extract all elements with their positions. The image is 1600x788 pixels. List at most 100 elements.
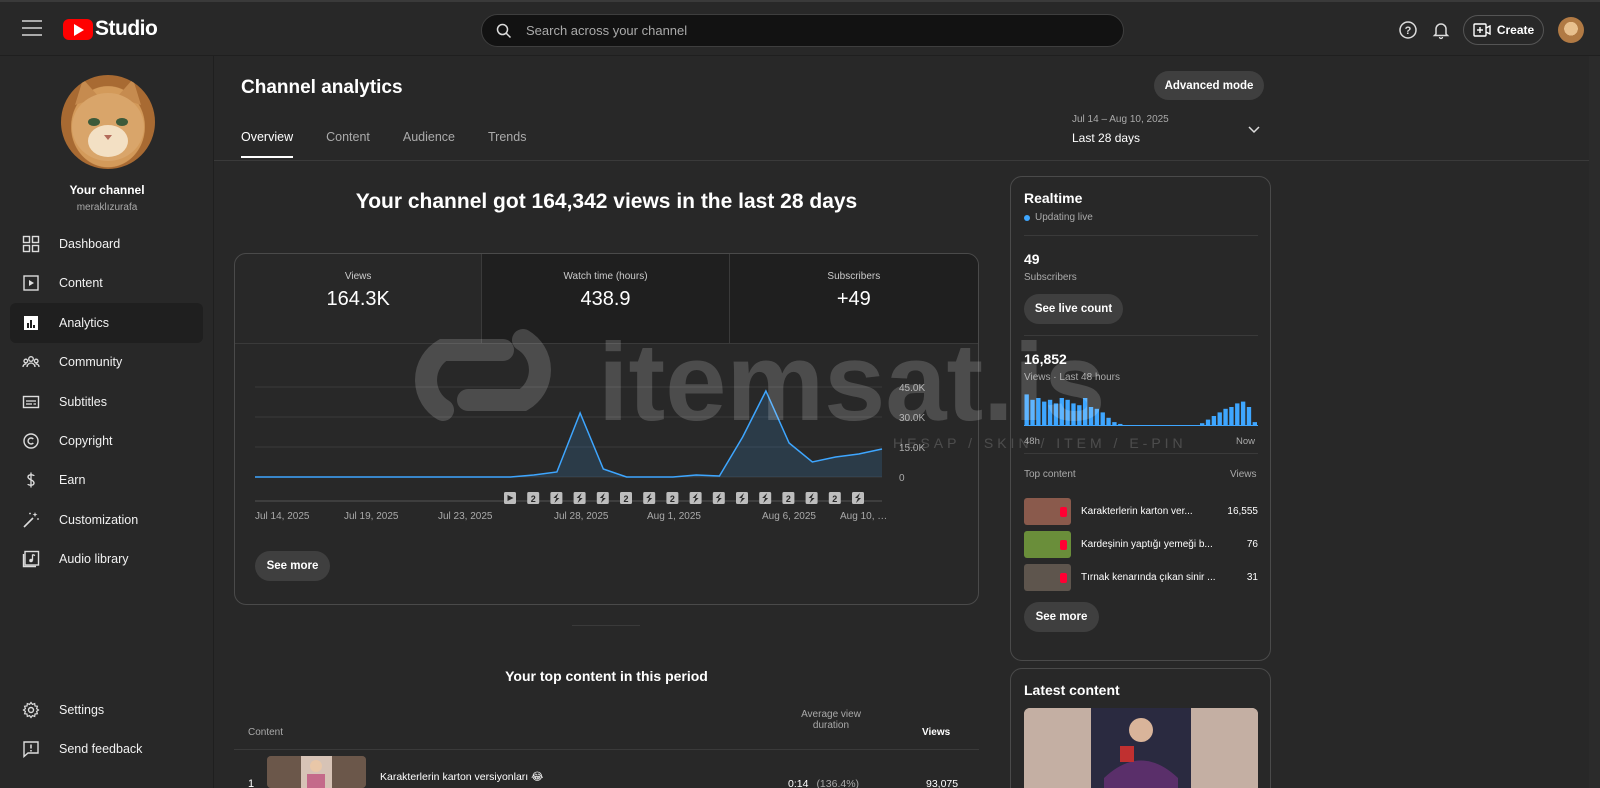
realtime-bar (1246, 407, 1252, 425)
realtime-card: Realtime Updating live 49 Subscribers Se… (1010, 176, 1271, 661)
sidebar-item-dashboard[interactable]: Dashboard (10, 224, 203, 264)
metric-label: Views (344, 271, 372, 282)
x-tick-label: Aug 10, … (840, 511, 887, 522)
sidebar-item-label: Earn (59, 473, 86, 487)
realtime-bar (1217, 412, 1222, 425)
video-marker (805, 492, 818, 504)
video-views: 93,075 (926, 778, 959, 788)
studio-logo[interactable]: Studio (63, 17, 158, 41)
sidebar-item-send-feedback[interactable]: Send feedback (10, 729, 203, 769)
metric-views[interactable]: Views 164.3K (235, 254, 483, 344)
sidebar-item-content[interactable]: Content (10, 263, 203, 303)
x-tick-label: Aug 6, 2025 (762, 511, 816, 522)
dashboard-icon (22, 235, 40, 253)
video-title[interactable]: Karakterlerin karton versiyonları 😂 (380, 771, 543, 783)
top-content-label: Top content (1024, 469, 1076, 480)
marker-count: 2 (670, 494, 675, 504)
tab-bar: Overview Content Audience Trends (241, 130, 559, 158)
date-range-label: Last 28 days (1072, 131, 1141, 145)
see-live-count-button[interactable]: See live count (1024, 294, 1123, 324)
create-label: Create (1496, 23, 1535, 37)
sidebar-item-label: Copyright (59, 434, 113, 448)
video-marker (852, 492, 864, 504)
metric-watch-time[interactable]: Watch time (hours) 438.9 (482, 254, 730, 344)
menu-icon[interactable] (22, 20, 42, 36)
sidebar-item-settings[interactable]: Settings (10, 690, 203, 730)
notifications-bell-icon[interactable] (1430, 19, 1452, 41)
sidebar-item-earn[interactable]: Earn (10, 460, 203, 500)
realtime-views-count: 16,852 (1024, 351, 1067, 367)
sidebar-item-audio-library[interactable]: Audio library (10, 539, 203, 579)
sidebar-item-customization[interactable]: Customization (10, 500, 203, 540)
table-divider (234, 749, 979, 750)
realtime-bar (1077, 405, 1082, 425)
sidebar-item-copyright[interactable]: Copyright (10, 421, 203, 461)
realtime-content-row[interactable]: Kardeşinin yaptığı yemeği b... 76 (1024, 530, 1258, 558)
metric-subscribers[interactable]: Subscribers +49 (729, 254, 978, 344)
shorts-icon (1060, 506, 1067, 517)
channel-handle: meraklızurafa (76, 202, 138, 213)
realtime-bar (1240, 401, 1246, 425)
duration-percent: (136.4%) (816, 778, 860, 788)
main-content: Channel analytics Advanced mode Overview… (214, 56, 1600, 788)
top-content-title: Your top content in this period (505, 668, 708, 684)
live-dot-icon (1024, 214, 1030, 221)
metric-label: Watch time (hours) (563, 271, 648, 282)
latest-video-thumbnail[interactable] (1024, 708, 1258, 788)
tab-audience[interactable]: Audience (403, 130, 455, 158)
metric-value: +49 (836, 288, 871, 310)
avg-view-duration: 0:14 (136.4%) (788, 778, 859, 788)
realtime-content-row[interactable]: Tırnak kenarında çıkan sinir ... 31 (1024, 563, 1258, 591)
create-button[interactable]: Create (1463, 15, 1544, 45)
realtime-bar (1083, 398, 1088, 425)
views-chart: 0 15.0K 30.0K 45.0K 2 2 2 2 2 Jul 14, 2025 Jul 19,… (255, 383, 925, 522)
video-thumbnail[interactable] (267, 756, 366, 788)
realtime-bar (1200, 423, 1205, 425)
video-views: 31 (1246, 571, 1258, 583)
advanced-mode-button[interactable]: Advanced mode (1154, 71, 1264, 100)
realtime-bar (1118, 423, 1123, 425)
content-icon (23, 275, 39, 291)
sidebar-item-analytics[interactable]: Analytics (10, 303, 203, 343)
marker-count: 2 (832, 494, 837, 504)
tab-content[interactable]: Content (326, 130, 370, 158)
x-tick-label: Jul 19, 2025 (344, 511, 399, 522)
row-rank: 1 (248, 778, 255, 788)
create-video-icon (1473, 23, 1491, 37)
search-bar[interactable] (481, 14, 1124, 47)
realtime-content-row[interactable]: Karakterlerin karton ver... 16,555 (1024, 497, 1258, 525)
tab-overview[interactable]: Overview (241, 130, 294, 158)
views-column-label: Views (1230, 469, 1257, 480)
audio-library-icon (22, 550, 40, 568)
realtime-bar (1047, 399, 1053, 425)
help-icon[interactable]: ? (1397, 19, 1419, 41)
video-thumbnail (1024, 530, 1071, 558)
chevron-down-icon[interactable] (1248, 126, 1260, 134)
divider (1024, 235, 1258, 236)
channel-avatar[interactable] (61, 75, 155, 169)
scrollbar[interactable] (1589, 56, 1600, 788)
date-range-picker[interactable]: Jul 14 – Aug 10, 2025 Last 28 days (1072, 114, 1169, 145)
x-tick-label: Jul 23, 2025 (438, 511, 493, 522)
video-marker (643, 492, 656, 504)
see-more-button[interactable]: See more (255, 551, 330, 581)
subscribers-label: Subscribers (1024, 272, 1077, 283)
sidebar-item-community[interactable]: Community (10, 342, 203, 382)
see-more-button[interactable]: See more (1024, 602, 1099, 632)
realtime-bar-chart (1024, 394, 1258, 426)
search-input[interactable] (526, 23, 1086, 38)
sidebar-item-label: Dashboard (59, 237, 121, 251)
live-status: Updating live (1024, 212, 1093, 223)
channel-title: Your channel (69, 183, 145, 197)
column-header-views[interactable]: Views (922, 727, 950, 738)
feedback-icon (23, 741, 39, 758)
tab-trends[interactable]: Trends (488, 130, 526, 158)
realtime-title: Realtime (1024, 190, 1083, 206)
marker-count: 2 (623, 494, 628, 504)
gear-icon (22, 701, 40, 719)
account-avatar[interactable] (1558, 17, 1584, 43)
metric-value: 164.3K (326, 288, 390, 310)
column-header-avg-duration[interactable]: Average view duration (786, 709, 876, 731)
y-tick-label: 30.0K (899, 413, 925, 424)
sidebar-item-subtitles[interactable]: Subtitles (10, 382, 203, 422)
